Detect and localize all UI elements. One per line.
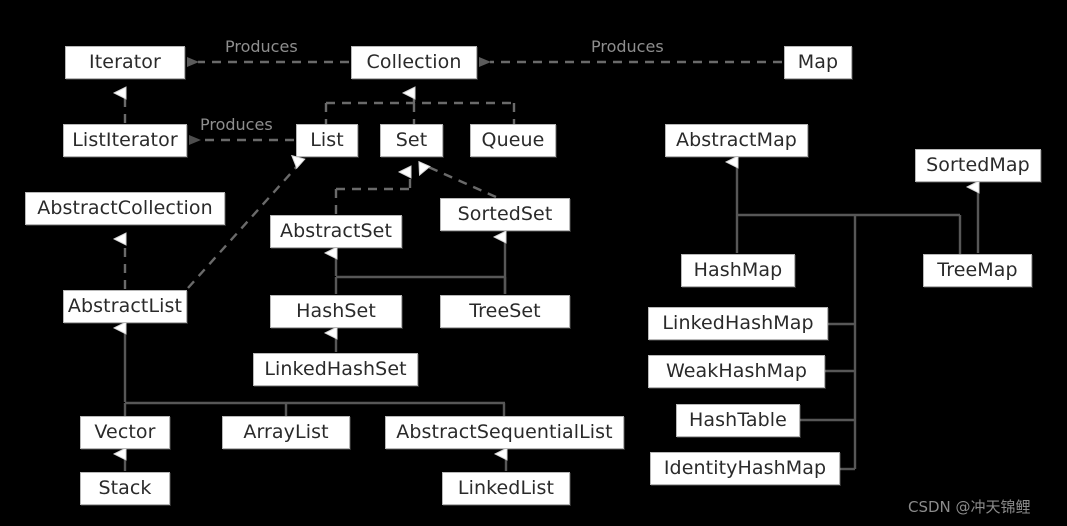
class-node-label: HashTable xyxy=(689,409,787,431)
class-node-label: HashSet xyxy=(296,300,376,322)
class-node-label: LinkedHashMap xyxy=(662,312,814,334)
class-node-collection[interactable]: Collection xyxy=(351,46,477,79)
class-node-linkedhashmap[interactable]: LinkedHashMap xyxy=(648,307,828,340)
class-node-map[interactable]: Map xyxy=(784,46,852,79)
class-node-label: HashMap xyxy=(693,259,783,281)
class-node-abstractlist[interactable]: AbstractList xyxy=(63,290,187,323)
class-node-treemap[interactable]: TreeMap xyxy=(923,254,1032,287)
class-node-set[interactable]: Set xyxy=(380,124,443,157)
class-node-abstractcollection[interactable]: AbstractCollection xyxy=(25,192,225,225)
class-node-iterator[interactable]: Iterator xyxy=(65,46,185,79)
edge-label-produces-map-collection: Produces xyxy=(591,37,664,56)
class-node-listiterator[interactable]: ListIterator xyxy=(63,124,187,157)
class-node-label: LinkedHashSet xyxy=(264,358,407,380)
dashed-inheritance-edges xyxy=(125,93,516,289)
class-node-list[interactable]: List xyxy=(296,124,358,157)
class-node-weakhashmap[interactable]: WeakHashMap xyxy=(648,355,825,388)
class-node-sortedset[interactable]: SortedSet xyxy=(440,198,570,231)
class-node-label: List xyxy=(310,129,344,151)
class-node-label: Map xyxy=(797,51,839,73)
class-node-label: AbstractCollection xyxy=(37,197,213,219)
edge-label-produces-list-listiterator: Produces xyxy=(200,115,273,134)
class-node-label: WeakHashMap xyxy=(665,360,808,382)
class-node-hashtable[interactable]: HashTable xyxy=(676,404,800,437)
class-node-label: Vector xyxy=(94,421,156,443)
class-node-sortedmap[interactable]: SortedMap xyxy=(915,149,1041,182)
class-diagram-canvas: Iterator : Produces --> Collection : Pro… xyxy=(0,0,1067,526)
class-node-label: TreeMap xyxy=(937,259,1018,281)
class-node-queue[interactable]: Queue xyxy=(470,124,556,157)
class-node-label: Collection xyxy=(366,51,462,73)
class-node-hashmap[interactable]: HashMap xyxy=(681,254,795,287)
class-node-label: AbstractList xyxy=(67,295,183,317)
class-node-label: SortedMap xyxy=(926,154,1030,176)
class-node-linkedlist[interactable]: LinkedList xyxy=(442,472,570,505)
class-node-identityhashmap[interactable]: IdentityHashMap xyxy=(650,452,840,485)
class-node-label: ListIterator xyxy=(72,129,178,151)
class-node-label: AbstractSequentialList xyxy=(396,421,613,443)
class-node-treeset[interactable]: TreeSet xyxy=(440,295,570,328)
class-node-abstractset[interactable]: AbstractSet xyxy=(270,215,402,248)
csdn-watermark: CSDN @冲天锦鲤 xyxy=(908,498,1031,516)
class-node-abstractsequentiallist[interactable]: AbstractSequentialList xyxy=(385,416,624,449)
class-node-abstractmap[interactable]: AbstractMap xyxy=(665,124,808,157)
class-node-label: TreeSet xyxy=(469,300,541,322)
class-node-label: Queue xyxy=(481,129,545,151)
class-node-label: ArrayList xyxy=(243,421,329,443)
class-node-label: Set xyxy=(395,129,428,151)
edge-sortedset-extends-set xyxy=(424,165,497,199)
class-node-vector[interactable]: Vector xyxy=(80,416,170,449)
class-node-label: SortedSet xyxy=(457,203,553,225)
class-node-label: Iterator xyxy=(89,51,161,73)
class-node-linkedhashset[interactable]: LinkedHashSet xyxy=(253,353,418,386)
class-node-label: IdentityHashMap xyxy=(663,457,827,479)
class-node-label: AbstractSet xyxy=(279,220,393,242)
class-node-hashset[interactable]: HashSet xyxy=(270,295,402,328)
class-node-stack[interactable]: Stack xyxy=(80,472,170,505)
class-node-label: LinkedList xyxy=(457,477,555,499)
class-node-label: AbstractMap xyxy=(676,129,797,151)
edge-label-produces-collection-iterator: Produces xyxy=(225,37,298,56)
class-node-label: Stack xyxy=(98,477,152,499)
class-node-arraylist[interactable]: ArrayList xyxy=(222,416,350,449)
